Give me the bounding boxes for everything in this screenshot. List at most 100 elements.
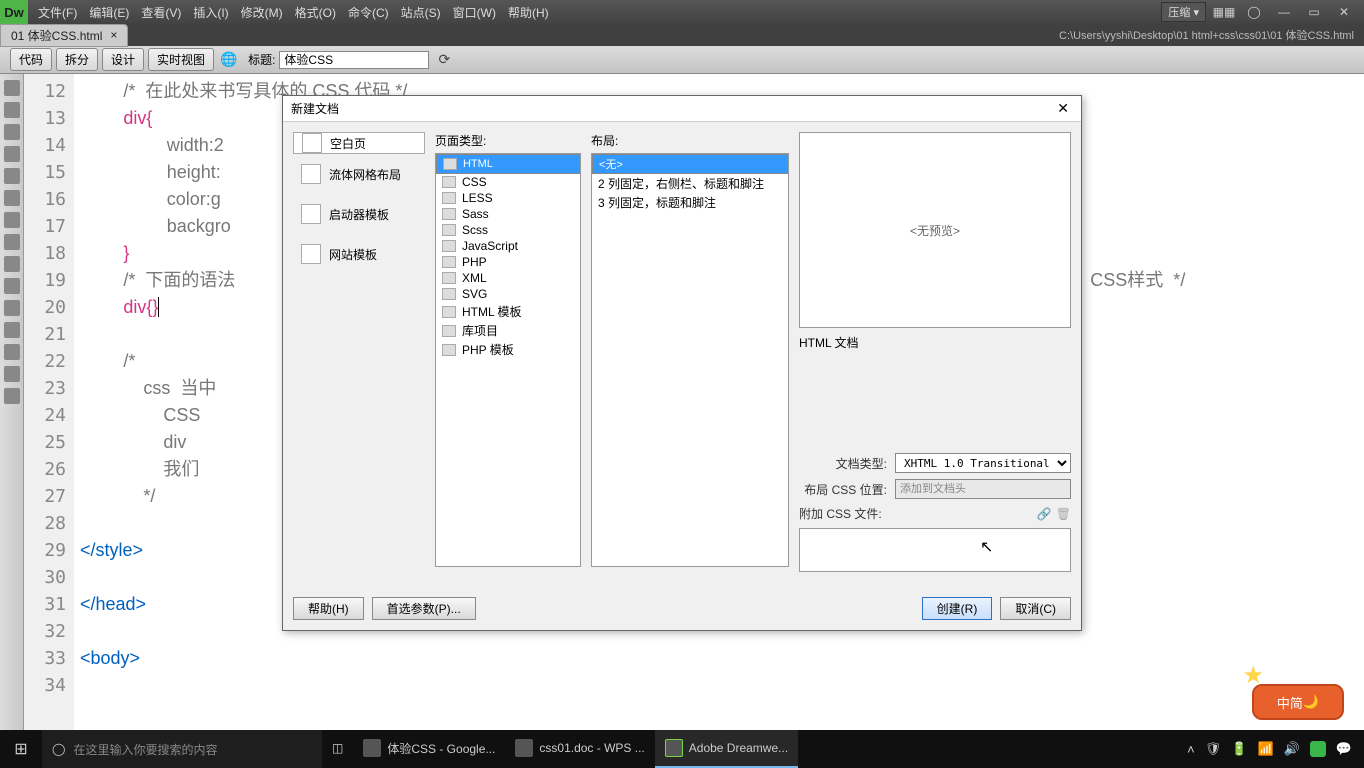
- page-type-item[interactable]: Sass: [436, 206, 580, 222]
- window-maximize[interactable]: ▭: [1302, 4, 1326, 20]
- tool-icon[interactable]: [4, 102, 20, 118]
- document-tab[interactable]: 01 体验CSS.html ×: [0, 24, 128, 47]
- wps-icon: [515, 739, 533, 757]
- layout-css-select: 添加到文档头: [895, 479, 1071, 499]
- menu-file[interactable]: 文件(F): [38, 4, 77, 21]
- view-live-button[interactable]: 实时视图: [148, 48, 214, 71]
- layout-list[interactable]: <无> 2 列固定，右侧栏、标题和脚注 3 列固定，标题和脚注: [591, 153, 789, 567]
- tool-icon[interactable]: [4, 366, 20, 382]
- line-numbers: 12 13 14 15 16 17 18 19 20 21 22 23 24 2…: [24, 74, 74, 730]
- menu-insert[interactable]: 插入(I): [193, 4, 228, 21]
- tool-icon[interactable]: [4, 234, 20, 250]
- tray-wifi-icon[interactable]: 📶: [1257, 741, 1273, 757]
- view-split-button[interactable]: 拆分: [56, 48, 98, 71]
- taskbar-app[interactable]: css01.doc - WPS ...: [505, 730, 654, 768]
- tray-notifications-icon[interactable]: 💬: [1336, 741, 1352, 757]
- tray-icon[interactable]: 🛡: [1205, 741, 1222, 757]
- layout-item[interactable]: 3 列固定，标题和脚注: [592, 193, 788, 212]
- layout-dropdown[interactable]: 压缩 ▾: [1161, 2, 1206, 22]
- cancel-button[interactable]: 取消(C): [1000, 597, 1071, 620]
- title-input[interactable]: [279, 51, 429, 69]
- document-tab-bar: 01 体验CSS.html × C:\Users\yyshi\Desktop\0…: [0, 24, 1364, 46]
- tool-icon[interactable]: [4, 278, 20, 294]
- tray-volume-icon[interactable]: 🔊: [1284, 741, 1300, 757]
- view-design-button[interactable]: 设计: [102, 48, 144, 71]
- page-type-item[interactable]: Scss: [436, 222, 580, 238]
- sync-icon[interactable]: ▦▦: [1212, 4, 1236, 20]
- tool-icon[interactable]: [4, 80, 20, 96]
- menu-edit[interactable]: 编辑(E): [89, 4, 129, 21]
- menu-site[interactable]: 站点(S): [401, 4, 441, 21]
- tool-icon[interactable]: [4, 300, 20, 316]
- windows-taskbar: ⊞ ◯ 在这里输入你要搜索的内容 ◫ 体验CSS - Google... css…: [0, 730, 1364, 768]
- vertical-toolbar: [0, 74, 24, 730]
- tray-battery-icon[interactable]: 🔋: [1231, 741, 1247, 757]
- view-code-button[interactable]: 代码: [10, 48, 52, 71]
- tool-icon[interactable]: [4, 256, 20, 272]
- layout-item[interactable]: <无>: [592, 154, 788, 174]
- layout-header: 布局:: [591, 132, 789, 149]
- page-type-item[interactable]: CSS: [436, 174, 580, 190]
- tray-icon[interactable]: [1310, 741, 1326, 757]
- tool-icon[interactable]: [4, 322, 20, 338]
- tool-icon[interactable]: [4, 344, 20, 360]
- dialog-title-bar: 新建文档 ✕: [283, 96, 1081, 122]
- taskbar-search[interactable]: ◯ 在这里输入你要搜索的内容: [42, 730, 322, 768]
- app-logo: Dw: [0, 0, 28, 24]
- menu-window[interactable]: 窗口(W): [453, 4, 496, 21]
- refresh-icon[interactable]: ⟳: [433, 51, 455, 69]
- category-blank-page[interactable]: 空白页: [293, 132, 425, 154]
- tool-icon[interactable]: [4, 168, 20, 184]
- page-type-list[interactable]: HTML CSS LESS Sass Scss JavaScript PHP X…: [435, 153, 581, 567]
- page-type-item[interactable]: PHP: [436, 254, 580, 270]
- globe-icon[interactable]: 🌐: [218, 51, 240, 69]
- page-type-item[interactable]: HTML 模板: [436, 302, 580, 321]
- tool-icon[interactable]: [4, 124, 20, 140]
- title-label: 标题:: [248, 51, 275, 68]
- help-button[interactable]: 帮助(H): [293, 597, 364, 620]
- doctype-select[interactable]: XHTML 1.0 Transitional: [895, 453, 1071, 473]
- dialog-title: 新建文档: [291, 100, 339, 117]
- page-type-item[interactable]: JavaScript: [436, 238, 580, 254]
- page-type-item[interactable]: PHP 模板: [436, 340, 580, 359]
- tool-icon[interactable]: [4, 146, 20, 162]
- taskview-button[interactable]: ◫: [322, 730, 353, 768]
- page-type-item[interactable]: 库项目: [436, 321, 580, 340]
- delete-icon[interactable]: 🗑: [1056, 507, 1071, 521]
- window-close[interactable]: ✕: [1332, 4, 1356, 20]
- help-icon[interactable]: ◯: [1242, 4, 1266, 20]
- tab-close-icon[interactable]: ×: [110, 28, 117, 42]
- menu-format[interactable]: 格式(O): [295, 4, 336, 21]
- page-type-item[interactable]: SVG: [436, 286, 580, 302]
- page-type-item[interactable]: HTML: [436, 154, 580, 174]
- layout-column: 布局: <无> 2 列固定，右侧栏、标题和脚注 3 列固定，标题和脚注: [591, 132, 789, 572]
- menu-view[interactable]: 查看(V): [141, 4, 181, 21]
- category-column: 空白页 流体网格布局 启动器模板 网站模板: [293, 132, 425, 572]
- taskbar-app-active[interactable]: Adobe Dreamwe...: [655, 730, 798, 768]
- create-button[interactable]: 创建(R): [922, 597, 993, 620]
- start-button[interactable]: ⊞: [0, 739, 42, 759]
- category-site-template[interactable]: 网站模板: [293, 234, 425, 274]
- category-fluid-grid[interactable]: 流体网格布局: [293, 154, 425, 194]
- menu-help[interactable]: 帮助(H): [508, 4, 549, 21]
- link-icon[interactable]: 🔗: [1037, 507, 1052, 521]
- layout-item[interactable]: 2 列固定，右侧栏、标题和脚注: [592, 174, 788, 193]
- dialog-close-button[interactable]: ✕: [1053, 100, 1073, 117]
- attach-css-list[interactable]: [799, 528, 1071, 572]
- category-starter-template[interactable]: 启动器模板: [293, 194, 425, 234]
- tool-icon[interactable]: [4, 212, 20, 228]
- page-type-item[interactable]: XML: [436, 270, 580, 286]
- window-minimize[interactable]: —: [1272, 4, 1296, 20]
- page-type-item[interactable]: LESS: [436, 190, 580, 206]
- system-tray[interactable]: ˄ 🛡 🔋 📶 🔊 💬: [1175, 741, 1364, 757]
- preferences-button[interactable]: 首选参数(P)...: [372, 597, 476, 620]
- tool-icon[interactable]: [4, 388, 20, 404]
- tray-up-icon[interactable]: ˄: [1187, 742, 1195, 757]
- tool-icon[interactable]: [4, 190, 20, 206]
- search-icon: ◯: [52, 742, 65, 756]
- taskbar-app[interactable]: 体验CSS - Google...: [353, 730, 505, 768]
- ime-bubble[interactable]: 中简 🌙: [1252, 684, 1344, 720]
- dialog-footer: 帮助(H) 首选参数(P)... 创建(R) 取消(C): [293, 597, 1071, 620]
- menu-modify[interactable]: 修改(M): [241, 4, 283, 21]
- menu-command[interactable]: 命令(C): [348, 4, 389, 21]
